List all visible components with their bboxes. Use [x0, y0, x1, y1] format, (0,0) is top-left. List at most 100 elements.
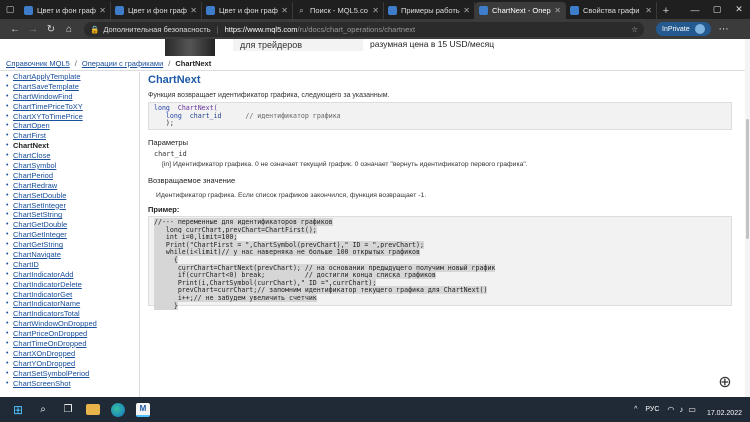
sidebar-link[interactable]: ChartClose — [13, 151, 51, 161]
sidebar-link[interactable]: ChartWindowOnDropped — [13, 319, 97, 329]
maximize-icon[interactable]: ▢ — [706, 0, 728, 19]
sidebar-item[interactable]: • ChartID — [6, 260, 139, 270]
sidebar-link[interactable]: ChartWindowFind — [13, 92, 73, 102]
close-tab-icon[interactable]: ✕ — [99, 6, 106, 15]
inprivate-button[interactable]: InPrivate — [656, 22, 711, 36]
browser-tab[interactable]: Цвет и фон граф ✕ — [202, 2, 293, 19]
sidebar-link[interactable]: ChartNavigate — [13, 250, 61, 260]
sidebar-item[interactable]: • ChartNext — [6, 141, 139, 151]
sidebar-item[interactable]: • ChartSetInteger — [6, 201, 139, 211]
sidebar-item[interactable]: • ChartTimeOnDropped — [6, 339, 139, 349]
browser-tab[interactable]: Цвет и фон граф ✕ — [20, 2, 111, 19]
volume-icon[interactable]: ♪ — [679, 405, 683, 414]
sidebar-item[interactable]: • ChartXYToTimePrice — [6, 112, 139, 122]
scrollbar-thumb[interactable] — [746, 119, 749, 239]
close-tab-icon[interactable]: ✕ — [463, 6, 470, 15]
sidebar-link[interactable]: ChartScreenShot — [13, 379, 71, 389]
window-menu-icon[interactable]: ▢ — [0, 0, 20, 19]
sidebar-item[interactable]: • ChartSetString — [6, 210, 139, 220]
sidebar-link[interactable]: ChartSetInteger — [13, 201, 66, 211]
language-indicator[interactable]: РУС — [645, 406, 659, 413]
sidebar-link[interactable]: ChartYOnDropped — [13, 359, 75, 369]
sidebar-link[interactable]: ChartRedraw — [13, 181, 57, 191]
browser-tab[interactable]: Примеры работы ✕ — [384, 2, 475, 19]
sidebar-link[interactable]: ChartSymbol — [13, 161, 56, 171]
sidebar-item[interactable]: • ChartWindowFind — [6, 92, 139, 102]
sidebar-item[interactable]: • ChartXOnDropped — [6, 349, 139, 359]
close-tab-icon[interactable]: ✕ — [372, 6, 379, 15]
sidebar-item[interactable]: • ChartIndicatorName — [6, 299, 139, 309]
sidebar-link[interactable]: ChartIndicatorAdd — [13, 270, 73, 280]
edge-browser-icon[interactable] — [111, 402, 125, 417]
home-button[interactable]: ⌂ — [60, 21, 78, 37]
sidebar-item[interactable]: • ChartPriceOnDropped — [6, 329, 139, 339]
sidebar-link[interactable]: ChartOpen — [13, 121, 50, 131]
chevron-up-icon[interactable]: ^ — [634, 406, 637, 413]
browser-tab[interactable]: ChartNext - Опера ✕ — [475, 2, 566, 19]
vertical-scrollbar[interactable] — [745, 39, 750, 397]
sidebar-item[interactable]: • ChartScreenShot — [6, 379, 139, 389]
battery-icon[interactable]: ▭ — [688, 405, 696, 414]
address-bar[interactable]: 🔒 Дополнительная безопасность | https://… — [84, 21, 644, 37]
sidebar-link[interactable]: ChartGetDouble — [13, 220, 67, 230]
sidebar-item[interactable]: • ChartGetString — [6, 240, 139, 250]
more-options-icon[interactable]: ⋯ — [719, 24, 729, 35]
back-button[interactable]: ← — [6, 21, 24, 37]
close-tab-icon[interactable]: ✕ — [190, 6, 197, 15]
sidebar-item[interactable]: • ChartRedraw — [6, 181, 139, 191]
favorite-star-icon[interactable]: ☆ — [631, 25, 638, 34]
sidebar-item[interactable]: • ChartGetInteger — [6, 230, 139, 240]
sidebar-item[interactable]: • ChartOpen — [6, 121, 139, 131]
close-tab-icon[interactable]: ✕ — [645, 6, 652, 15]
file-explorer-icon[interactable] — [86, 404, 100, 415]
sidebar-item[interactable]: • ChartWindowOnDropped — [6, 319, 139, 329]
sidebar-item[interactable]: • ChartFirst — [6, 131, 139, 141]
sidebar-link[interactable]: ChartApplyTemplate — [13, 72, 81, 82]
sidebar-link[interactable]: ChartIndicatorsTotal — [13, 309, 80, 319]
sidebar-link[interactable]: ChartPriceOnDropped — [13, 329, 87, 339]
sidebar-item[interactable]: • ChartIndicatorsTotal — [6, 309, 139, 319]
lock-icon[interactable]: 🔒 — [90, 25, 99, 34]
sidebar-item[interactable]: • ChartIndicatorAdd — [6, 270, 139, 280]
refresh-button[interactable]: ↻ — [42, 21, 60, 37]
sidebar-link[interactable]: ChartTimeOnDropped — [13, 339, 87, 349]
sidebar-link[interactable]: ChartID — [13, 260, 39, 270]
browser-tab[interactable]: Цвет и фон граф ✕ — [111, 2, 202, 19]
sidebar-link[interactable]: ChartFirst — [13, 131, 46, 141]
browser-tab[interactable]: ⌕ Поиск - MQL5.co ✕ — [293, 2, 384, 19]
sidebar-item[interactable]: • ChartIndicatorDelete — [6, 280, 139, 290]
wifi-icon[interactable]: ◠ — [667, 405, 674, 414]
search-icon[interactable]: ⌕ — [33, 400, 53, 420]
sidebar-link[interactable]: ChartXYToTimePrice — [13, 112, 83, 122]
ad-banner[interactable]: для трейдеров разумная цена в 15 USD/мес… — [0, 39, 750, 56]
sidebar-link[interactable]: ChartIndicatorDelete — [13, 280, 82, 290]
example-code[interactable]: //--- переменные для идентификаторов гра… — [148, 216, 732, 310]
close-tab-icon[interactable]: ✕ — [281, 6, 288, 15]
metaeditor-icon[interactable]: M — [136, 402, 150, 417]
sidebar-item[interactable]: • ChartTimePriceToXY — [6, 102, 139, 112]
sidebar-item[interactable]: • ChartSetDouble — [6, 191, 139, 201]
sidebar-link[interactable]: ChartSetSymbolPeriod — [13, 369, 89, 379]
sidebar-link[interactable]: ChartSaveTemplate — [13, 82, 79, 92]
forward-button[interactable]: → — [24, 21, 42, 37]
sidebar-link[interactable]: ChartIndicatorGet — [13, 290, 72, 300]
sidebar-item[interactable]: • ChartNavigate — [6, 250, 139, 260]
sidebar-link[interactable]: ChartNext — [13, 141, 49, 151]
start-menu-icon[interactable]: ⊞ — [8, 400, 28, 420]
sidebar-link[interactable]: ChartGetString — [13, 240, 63, 250]
browser-tab[interactable]: Свойства графи ✕ — [566, 2, 657, 19]
sidebar-link[interactable]: ChartSetDouble — [13, 191, 66, 201]
security-label[interactable]: Дополнительная безопасность — [103, 25, 210, 34]
sidebar-item[interactable]: • ChartSymbol — [6, 161, 139, 171]
sidebar-item[interactable]: • ChartSaveTemplate — [6, 82, 139, 92]
sidebar-link[interactable]: ChartTimePriceToXY — [13, 102, 83, 112]
close-tab-icon[interactable]: ✕ — [554, 6, 561, 15]
zoom-icon[interactable]: ⊕ — [714, 371, 736, 393]
sidebar-item[interactable]: • ChartClose — [6, 151, 139, 161]
sidebar-link[interactable]: ChartIndicatorName — [13, 299, 80, 309]
clock[interactable]: 17.02.2022 — [707, 402, 742, 418]
task-view-icon[interactable]: ❐ — [58, 400, 78, 420]
sidebar-item[interactable]: • ChartApplyTemplate — [6, 72, 139, 82]
sidebar-link[interactable]: ChartPeriod — [13, 171, 53, 181]
breadcrumb-item-reference[interactable]: Справочник MQL5 — [6, 59, 70, 68]
